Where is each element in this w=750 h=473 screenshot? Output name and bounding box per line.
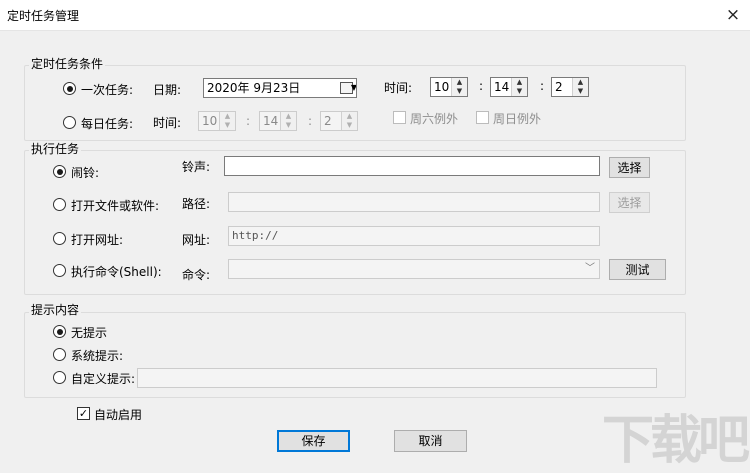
command-combobox[interactable]: ﹀: [228, 259, 600, 279]
url-input[interactable]: http://: [228, 226, 600, 246]
once-second-value: 2: [555, 80, 563, 94]
title-bar: 定时任务管理 ×: [0, 0, 750, 31]
saturday-exception-checkbox[interactable]: [393, 111, 406, 124]
once-second-spinner[interactable]: 2 ▲ ▼: [551, 77, 589, 97]
colon-separator: :: [246, 114, 251, 128]
daily-task-label: 每日任务:: [81, 117, 134, 131]
spin-down-icon[interactable]: ▼: [512, 87, 527, 96]
daily-second-spinner[interactable]: 2 ▲ ▼: [320, 111, 358, 131]
spin-down-icon[interactable]: ▼: [281, 121, 296, 130]
open-file-radio[interactable]: [53, 198, 66, 211]
condition-group-legend: 定时任务条件: [29, 57, 106, 71]
no-prompt-radio[interactable]: [53, 325, 66, 338]
saturday-exception-label: 周六例外: [410, 112, 459, 126]
once-time-label: 时间:: [384, 81, 413, 95]
once-minute-spin-buttons[interactable]: ▲ ▼: [511, 78, 527, 96]
path-select-button[interactable]: 选择: [609, 192, 650, 213]
date-picker[interactable]: 2020年 9月23日 ▼: [203, 78, 357, 98]
colon-separator: :: [308, 114, 313, 128]
sunday-exception-checkbox[interactable]: [476, 111, 489, 124]
daily-time-label: 时间:: [153, 116, 182, 130]
ringtone-label: 铃声:: [182, 160, 211, 174]
open-url-radio[interactable]: [53, 232, 66, 245]
once-minute-spinner[interactable]: 14 ▲ ▼: [490, 77, 528, 97]
auto-enable-checkbox[interactable]: ✓: [77, 407, 90, 420]
colon-separator: :: [479, 79, 484, 93]
once-second-spin-buttons[interactable]: ▲ ▼: [572, 78, 588, 96]
spin-down-icon[interactable]: ▼: [452, 87, 467, 96]
spin-up-icon[interactable]: ▲: [573, 78, 588, 87]
system-prompt-radio[interactable]: [53, 348, 66, 361]
close-icon[interactable]: ×: [716, 0, 750, 31]
date-label: 日期:: [153, 83, 182, 97]
alarm-label: 闹铃:: [71, 166, 100, 180]
daily-hour-spinner[interactable]: 10 ▲ ▼: [198, 111, 236, 131]
spin-up-icon[interactable]: ▲: [512, 78, 527, 87]
daily-minute-value: 14: [263, 114, 279, 128]
path-input[interactable]: [228, 192, 600, 212]
once-task-radio[interactable]: [63, 82, 76, 95]
spin-down-icon[interactable]: ▼: [573, 87, 588, 96]
colon-separator: :: [540, 79, 545, 93]
test-command-button[interactable]: 测试: [609, 259, 666, 280]
alarm-radio[interactable]: [53, 165, 66, 178]
save-button[interactable]: 保存: [277, 430, 350, 452]
ringtone-input[interactable]: [224, 156, 600, 176]
open-url-label: 打开网址:: [71, 233, 124, 247]
daily-hour-value: 10: [202, 114, 218, 128]
watermark-logo: 下载吧: [601, 411, 750, 471]
daily-minute-spinner[interactable]: 14 ▲ ▼: [259, 111, 297, 131]
spin-up-icon[interactable]: ▲: [220, 112, 235, 121]
date-value: 2020年 9月23日: [207, 81, 301, 95]
custom-prompt-label: 自定义提示:: [71, 372, 136, 386]
daily-task-radio[interactable]: [63, 116, 76, 129]
window-title: 定时任务管理: [7, 9, 80, 23]
once-task-label: 一次任务:: [81, 83, 134, 97]
prompt-group-legend: 提示内容: [29, 303, 82, 317]
ringtone-select-button[interactable]: 选择: [609, 157, 650, 178]
custom-prompt-input[interactable]: [137, 368, 657, 388]
execute-group-legend: 执行任务: [29, 142, 82, 156]
daily-hour-spin-buttons[interactable]: ▲ ▼: [219, 112, 235, 130]
custom-prompt-radio[interactable]: [53, 371, 66, 384]
once-hour-value: 10: [434, 80, 450, 94]
once-hour-spinner[interactable]: 10 ▲ ▼: [430, 77, 468, 97]
daily-second-spin-buttons[interactable]: ▲ ▼: [341, 112, 357, 130]
sunday-exception-label: 周日例外: [493, 112, 542, 126]
command-label: 命令:: [182, 268, 211, 282]
daily-minute-spin-buttons[interactable]: ▲ ▼: [280, 112, 296, 130]
shell-command-radio[interactable]: [53, 264, 66, 277]
auto-enable-label: 自动启用: [94, 408, 143, 422]
spin-down-icon[interactable]: ▼: [342, 121, 357, 130]
open-file-label: 打开文件或软件:: [71, 199, 160, 213]
path-label: 路径:: [182, 197, 211, 211]
url-label: 网址:: [182, 233, 211, 247]
shell-command-label: 执行命令(Shell):: [71, 265, 162, 279]
spin-down-icon[interactable]: ▼: [220, 121, 235, 130]
system-prompt-label: 系统提示:: [71, 349, 124, 363]
spin-up-icon[interactable]: ▲: [452, 78, 467, 87]
daily-second-value: 2: [324, 114, 332, 128]
cancel-button[interactable]: 取消: [394, 430, 467, 452]
once-hour-spin-buttons[interactable]: ▲ ▼: [451, 78, 467, 96]
no-prompt-label: 无提示: [71, 326, 108, 340]
once-minute-value: 14: [494, 80, 510, 94]
chevron-down-icon[interactable]: ▼: [351, 79, 356, 97]
chevron-down-icon[interactable]: ﹀: [585, 260, 595, 278]
url-value: http://: [232, 229, 279, 242]
spin-up-icon[interactable]: ▲: [342, 112, 357, 121]
spin-up-icon[interactable]: ▲: [281, 112, 296, 121]
